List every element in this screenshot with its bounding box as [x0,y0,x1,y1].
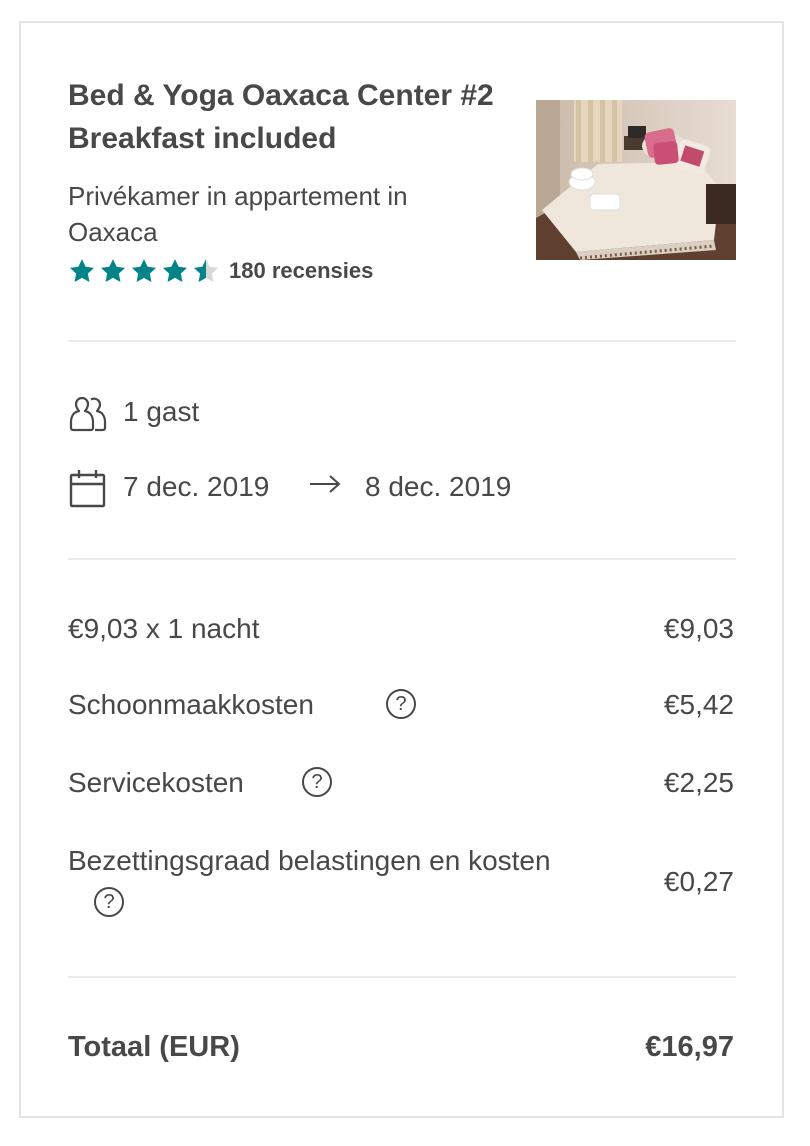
question-circle-icon[interactable]: ? [302,767,332,797]
checkout-date: 8 dec. 2019 [365,471,512,502]
price-row-amount: €0,27 [663,866,734,897]
divider [68,558,736,560]
star-icon [68,257,96,285]
price-row-amount: €9,03 [663,613,734,644]
half-star-icon [192,257,220,285]
divider [68,340,736,342]
price-row-label: Bezettingsgraad belastingen en kosten [68,845,551,876]
guest-count: 1 gast [123,396,200,427]
listing-photo[interactable] [536,100,736,260]
question-circle-icon[interactable]: ? [94,887,124,917]
total-label: Totaal (EUR) [68,1031,240,1063]
listing-rating: 180 recensies [68,254,373,288]
price-row-label: €9,03 x 1 nacht [68,613,260,644]
total-amount: €16,97 [645,1031,734,1063]
star-icon [130,257,158,285]
price-row-label: Schoonmaakkosten [68,689,314,720]
star-rating [68,257,220,285]
guests-icon [68,393,108,438]
arrow-right-icon [308,474,342,499]
price-row-label: Servicekosten [68,767,244,798]
listing-title: Bed & Yoga Oaxaca Center #2 Breakfast in… [68,79,494,155]
star-icon [99,257,127,285]
review-count[interactable]: 180 recensies [229,258,373,284]
divider [68,976,736,978]
price-row-amount: €5,42 [663,689,734,720]
checkin-date: 7 dec. 2019 [123,471,270,502]
question-circle-icon[interactable]: ? [386,689,416,719]
listing-subtitle: Privékamer in appartement in Oaxaca [68,181,408,247]
calendar-icon [68,468,108,515]
star-icon [161,257,189,285]
price-row-amount: €2,25 [663,767,734,798]
